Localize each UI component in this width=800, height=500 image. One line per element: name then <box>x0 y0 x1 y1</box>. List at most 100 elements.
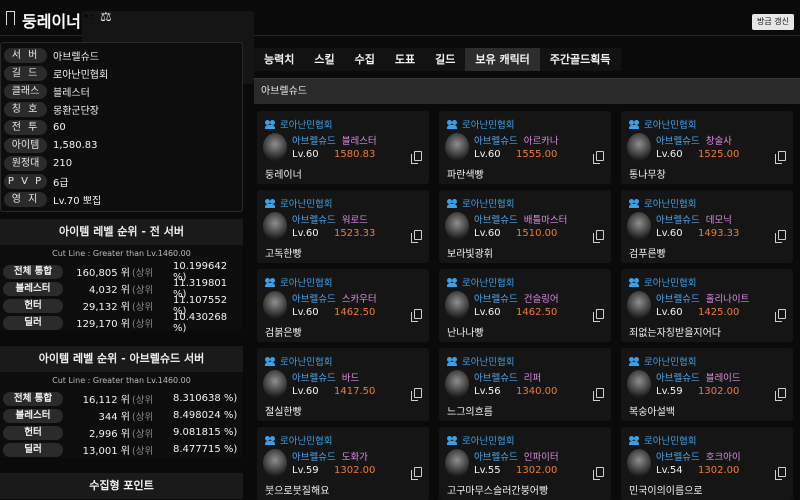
tab-stats[interactable]: 능력치 <box>254 48 305 71</box>
rank-label: 딜러 <box>3 442 63 457</box>
copy-icon[interactable] <box>411 467 422 480</box>
character-name[interactable]: 보라빛광휘 <box>447 245 493 260</box>
tab-skills[interactable]: 스킬 <box>304 48 345 71</box>
character-card[interactable]: 로아난민협회 아브렐슈드 워로드 Lv.60 1523.33 고독한빵 <box>257 190 429 263</box>
tab-owned-characters[interactable]: 보유 캐릭터 <box>465 48 540 71</box>
guild-name[interactable]: 로아난민협회 <box>462 117 514 131</box>
character-card[interactable]: 로아난민협회 아브렐슈드 도화가 Lv.59 1302.00 붓으로붓질해요 <box>257 427 429 500</box>
guild-line[interactable]: 로아난민협회 <box>447 433 514 447</box>
character-card[interactable]: 로아난민협회 아브렐슈드 블레이드 Lv.59 1302.00 복숭아설백 <box>621 348 793 421</box>
character-card[interactable]: 로아난민협회 아브렐슈드 리퍼 Lv.56 1340.00 느그의흐름 <box>439 348 611 421</box>
guild-line[interactable]: 로아난민협회 <box>265 433 332 447</box>
guild-name[interactable]: 로아난민협회 <box>280 275 332 289</box>
copy-icon[interactable] <box>411 151 422 164</box>
refresh-button[interactable]: 방금 갱신 <box>752 14 794 30</box>
character-name[interactable]: 통나무창 <box>629 166 666 181</box>
guild-name[interactable]: 로아난민협회 <box>644 117 696 131</box>
guild-line[interactable]: 로아난민협회 <box>265 117 332 131</box>
character-name[interactable]: 둥레이너 <box>265 166 302 181</box>
character-name[interactable]: 파란색빵 <box>447 166 484 181</box>
guild-name[interactable]: 로아난민협회 <box>280 196 332 210</box>
character-name[interactable]: 고독한빵 <box>265 245 302 260</box>
guild-name[interactable]: 로아난민협회 <box>644 354 696 368</box>
profile-row-estate: 영 지 Lv.70 뽀집 <box>4 191 101 208</box>
character-card[interactable]: 로아난민협회 아브렐슈드 인파이터 Lv.55 1302.00 고구마무스슬러간붕어빵 <box>439 427 611 500</box>
guild-line[interactable]: 로아난민협회 <box>265 354 332 368</box>
character-name[interactable]: 붓으로붓질해요 <box>265 482 329 497</box>
guild-line[interactable]: 로아난민협회 <box>629 117 696 131</box>
guild-name[interactable]: 로아난민협회 <box>462 433 514 447</box>
guild-line[interactable]: 로아난민협회 <box>265 275 332 289</box>
guild-name[interactable]: 로아난민협회 <box>280 433 332 447</box>
character-name[interactable]: 느그의흐름 <box>447 403 493 418</box>
character-card[interactable]: 로아난민협회 아브렐슈드 블레스터 Lv.60 1580.83 둥레이너 <box>257 111 429 184</box>
profile-row-server: 서 버 아브렐슈드 <box>4 47 99 64</box>
guild-line[interactable]: 로아난민협회 <box>447 117 514 131</box>
copy-icon[interactable] <box>775 151 786 164</box>
guild-name[interactable]: 로아난민협회 <box>644 196 696 210</box>
ranking-server-section: 아이템 레벨 순위 - 아브렐슈드 서버 Cut Line : Greater … <box>0 346 243 458</box>
guild-name[interactable]: 로아난민협회 <box>280 117 332 131</box>
guild-line[interactable]: 로아난민협회 <box>447 275 514 289</box>
scale-icon[interactable]: ⚖ <box>100 11 114 24</box>
guild-name[interactable]: 로아난민협회 <box>280 354 332 368</box>
guild-name[interactable]: 로아난민협회 <box>462 196 514 210</box>
class-name: 스카우터 <box>341 294 377 305</box>
character-card[interactable]: 로아난민협회 아브렐슈드 건슬링어 Lv.60 1462.50 난나나빵 <box>439 269 611 342</box>
rank-row: 딜러 129,170 위 (상위 10.430268 %) <box>0 312 243 334</box>
character-name[interactable]: 검붉은빵 <box>265 324 302 339</box>
character-card[interactable]: 로아난민협회 아브렐슈드 아르카나 Lv.60 1555.00 파란색빵 <box>439 111 611 184</box>
tab-guild[interactable]: 길드 <box>425 48 466 71</box>
copy-icon[interactable] <box>775 467 786 480</box>
character-name[interactable]: 민국이의이름으로 <box>629 482 703 497</box>
character-name[interactable]: 검푸른빵 <box>629 245 666 260</box>
character-card[interactable]: 로아난민협회 아브렐슈드 홀리나이트 Lv.60 1425.00 죄없는자칭받을지어다 <box>621 269 793 342</box>
copy-icon[interactable] <box>411 309 422 322</box>
rank-percent: 8.310638 %) <box>173 393 238 404</box>
guild-line[interactable]: 로아난민협회 <box>629 433 696 447</box>
character-name[interactable]: 난나나빵 <box>447 324 484 339</box>
tab-weekly-gold[interactable]: 주간골드획득 <box>539 48 621 71</box>
character-card[interactable]: 로아난민협회 아브렐슈드 데모닉 Lv.60 1493.33 검푸른빵 <box>621 190 793 263</box>
copy-icon[interactable] <box>593 388 604 401</box>
rank-value: 16,112 위 <box>82 395 130 406</box>
character-card[interactable]: 로아난민협회 아브렐슈드 호크아이 Lv.54 1302.00 민국이의이름으로 <box>621 427 793 500</box>
tab-bar: 능력치 스킬 수집 도표 길드 보유 캐릭터 주간골드획득 <box>254 48 621 71</box>
server-name: 아브렐슈드 <box>292 215 336 226</box>
rank-value: 2,996 위 <box>88 429 130 440</box>
character-name[interactable]: 절실한빵 <box>265 403 302 418</box>
guild-name[interactable]: 로아난민협회 <box>462 354 514 368</box>
copy-icon[interactable] <box>411 388 422 401</box>
tab-charts[interactable]: 도표 <box>384 48 426 71</box>
character-portrait <box>627 212 651 240</box>
copy-icon[interactable] <box>593 230 604 243</box>
guild-line[interactable]: 로아난민협회 <box>265 196 332 210</box>
guild-line[interactable]: 로아난민협회 <box>447 196 514 210</box>
guild-line[interactable]: 로아난민협회 <box>629 275 696 289</box>
copy-icon[interactable] <box>775 388 786 401</box>
guild-name[interactable]: 로아난민협회 <box>462 275 514 289</box>
guild-line[interactable]: 로아난민협회 <box>447 354 514 368</box>
class-name: 데모닉 <box>705 215 732 226</box>
server-class-line: 아브렐슈드 아르카나 <box>474 133 559 147</box>
character-card[interactable]: 로아난민협회 아브렐슈드 바드 Lv.60 1417.50 절실한빵 <box>257 348 429 421</box>
item-level: 1462.50 <box>334 307 376 318</box>
guild-name[interactable]: 로아난민협회 <box>644 275 696 289</box>
guild-line[interactable]: 로아난민협회 <box>629 196 696 210</box>
character-card[interactable]: 로아난민협회 아브렐슈드 창술사 Lv.60 1525.00 통나무창 <box>621 111 793 184</box>
copy-icon[interactable] <box>593 467 604 480</box>
tab-collection[interactable]: 수집 <box>344 48 385 71</box>
character-name[interactable]: 복숭아설백 <box>629 403 675 418</box>
character-card[interactable]: 로아난민협회 아브렐슈드 스카우터 Lv.60 1462.50 검붉은빵 <box>257 269 429 342</box>
character-name[interactable]: 죄없는자칭받을지어다 <box>629 324 721 339</box>
copy-icon[interactable] <box>593 151 604 164</box>
character-name[interactable]: 고구마무스슬러간붕어빵 <box>447 482 548 497</box>
bookmark-icon[interactable] <box>6 11 15 27</box>
character-card[interactable]: 로아난민협회 아브렐슈드 배틀마스터 Lv.60 1510.00 보라빛광휘 <box>439 190 611 263</box>
copy-icon[interactable] <box>775 230 786 243</box>
guild-name[interactable]: 로아난민협회 <box>644 433 696 447</box>
copy-icon[interactable] <box>775 309 786 322</box>
copy-icon[interactable] <box>411 230 422 243</box>
copy-icon[interactable] <box>593 309 604 322</box>
guild-line[interactable]: 로아난민협회 <box>629 354 696 368</box>
